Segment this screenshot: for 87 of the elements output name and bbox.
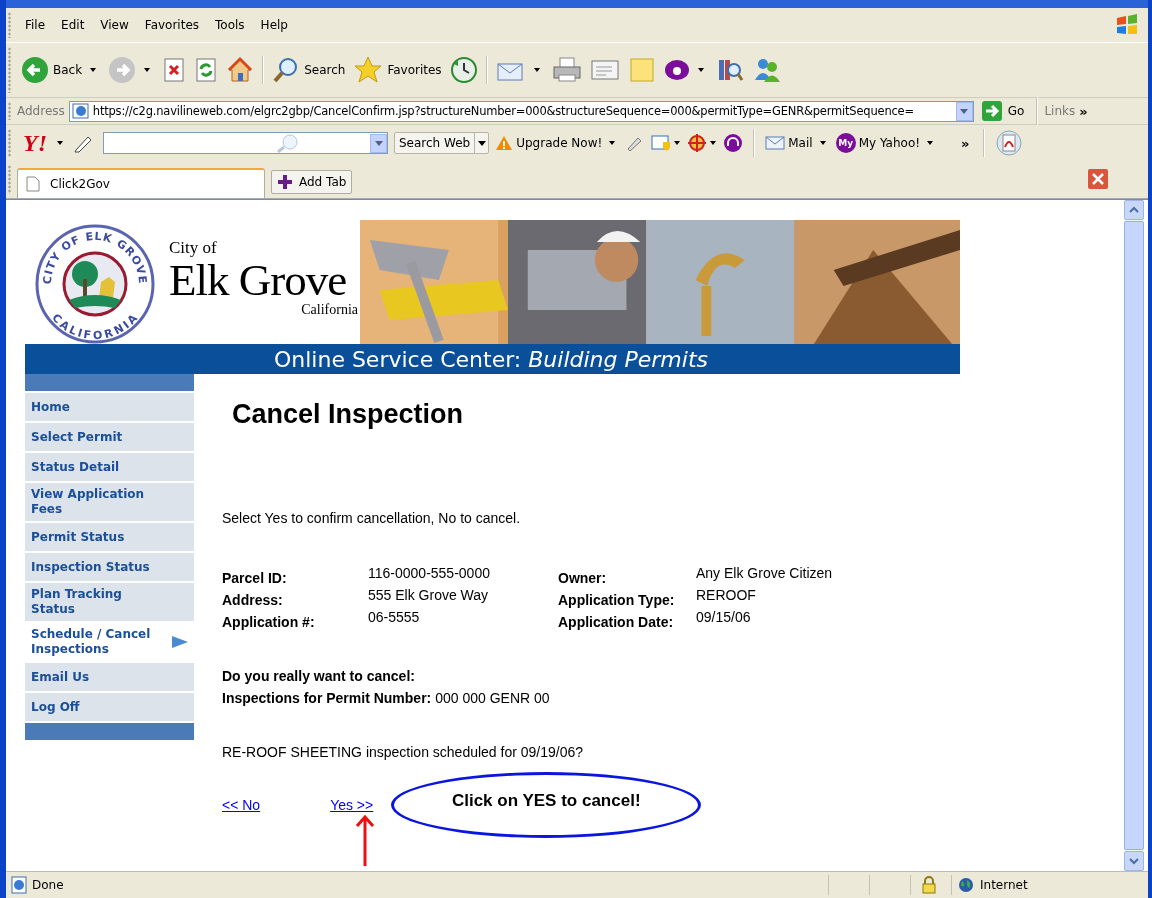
field-value: 06-5555	[368, 609, 421, 625]
inspection-text: RE-ROOF SHEETING inspection scheduled for 09/19/06?	[222, 744, 585, 760]
printer-icon	[551, 56, 582, 84]
clock-icon	[449, 56, 478, 84]
page-icon	[26, 176, 40, 192]
menu-item[interactable]: Edit	[53, 18, 93, 32]
state-name: California	[301, 302, 358, 318]
address-field[interactable]: https://c2g.navilineweb.com/elgrc2gbp/CancelConfirm.jsp?structureNumber=000&structureSequence=000&permitType=GENR&permitSequence=	[68, 100, 974, 122]
field-label: Application #:	[222, 614, 316, 630]
links-button[interactable]: Links	[1044, 104, 1076, 118]
pdf-icon[interactable]	[995, 129, 1024, 157]
go-arrow-icon	[981, 101, 1002, 121]
refresh-icon	[194, 57, 219, 83]
city-of-text: City of	[169, 238, 218, 258]
warning-icon	[495, 135, 514, 151]
field-value: 555 Elk Grove Way	[368, 587, 490, 603]
service-center-title: Online Service Center: Building Permits	[273, 346, 708, 372]
sidebar-item[interactable]: View Application Fees	[25, 483, 194, 521]
scroll-up-icon	[1129, 206, 1139, 214]
city-name: Elk Grove	[169, 258, 347, 302]
menu-item[interactable]: Favorites	[136, 18, 208, 32]
sidebar-item[interactable]: Permit Status	[25, 523, 194, 551]
sidebar-item[interactable]: Plan Tracking Status	[25, 583, 194, 621]
menu-item[interactable]: Tools	[207, 18, 253, 32]
page-heading: Cancel Inspection	[232, 399, 465, 430]
no-link[interactable]: << No	[222, 797, 261, 813]
address-label: Address	[17, 104, 65, 118]
field-value: REROOF	[696, 587, 757, 603]
search-button[interactable]: Search	[268, 52, 350, 88]
zone-text: Internet	[980, 878, 1028, 892]
menu-item[interactable]: File	[17, 18, 54, 32]
caret-icon	[57, 141, 63, 145]
menu-item[interactable]: Help	[252, 18, 296, 32]
instruction-text: Select Yes to confirm cancellation, No to cancel.	[222, 510, 522, 526]
page-icon	[71, 102, 90, 120]
question-text: Do you really want to cancel:	[222, 668, 416, 684]
pointer-icon	[172, 636, 188, 648]
status-text: Done	[32, 878, 64, 892]
star-icon	[353, 55, 384, 85]
crosshair-icon[interactable]	[687, 133, 718, 153]
search-field[interactable]	[103, 132, 388, 154]
close-tab-icon[interactable]	[1088, 169, 1108, 192]
field-label: Owner:	[558, 570, 608, 586]
headphones-icon[interactable]	[723, 133, 744, 153]
field-label: Inspections for Permit Number:	[222, 690, 432, 706]
mail-button[interactable]: Mail	[765, 136, 830, 150]
field-value: 000 000 GENR 00	[435, 690, 550, 706]
stop-icon	[162, 57, 187, 83]
favorites-button[interactable]: Favorites	[349, 52, 446, 88]
note-icon	[627, 56, 656, 84]
field-value: 116-0000-555-0000	[368, 565, 491, 581]
back-button[interactable]: Back	[17, 52, 105, 88]
scroll-down-icon	[1129, 857, 1139, 865]
up-arrow	[355, 814, 375, 868]
browser-tab[interactable]: Click2Gov	[17, 168, 265, 198]
field-label: Address:	[222, 592, 284, 608]
globe-icon	[958, 877, 974, 893]
my-yahoo-button[interactable]: My My Yahoo!	[835, 133, 938, 153]
add-tab-button[interactable]: Add Tab	[271, 170, 353, 194]
search-web-button[interactable]: Search Web	[394, 132, 490, 154]
callout-note: Click on YES to cancel!	[391, 772, 702, 838]
more-button[interactable]: »	[957, 135, 974, 151]
field-label: Application Type:	[558, 592, 676, 608]
go-button[interactable]: Go	[981, 101, 1025, 121]
field-value: Any Elk Grove Citizen	[696, 565, 834, 581]
more-button[interactable]: »	[1075, 103, 1092, 119]
field-value: 09/15/06	[696, 609, 752, 625]
document-icon	[589, 57, 620, 83]
shield-form-icon[interactable]	[651, 134, 682, 152]
envelope-icon	[765, 136, 786, 150]
scrollbar[interactable]	[1124, 200, 1144, 871]
sidebar-item[interactable]: Home	[25, 393, 194, 421]
home-icon	[226, 56, 255, 84]
sidebar-item[interactable]: Inspection Status	[25, 553, 194, 581]
sidebar-item[interactable]: Select Permit	[25, 423, 194, 451]
yes-link[interactable]: Yes >>	[330, 797, 374, 813]
plus-icon	[277, 174, 293, 190]
field-label: Application Date:	[558, 614, 675, 630]
field-label: Parcel ID:	[222, 570, 288, 586]
sidebar-item[interactable]: Email Us	[25, 663, 194, 691]
upgrade-button[interactable]: Upgrade Now!	[495, 135, 620, 151]
sidebar-item[interactable]: Status Detail	[25, 453, 194, 481]
page-icon	[10, 876, 28, 894]
menu-item[interactable]: View	[92, 18, 137, 32]
sidebar-item[interactable]: Log Off	[25, 693, 194, 721]
lock-icon	[921, 876, 937, 894]
yahoo-logo[interactable]: Y!	[23, 129, 47, 157]
